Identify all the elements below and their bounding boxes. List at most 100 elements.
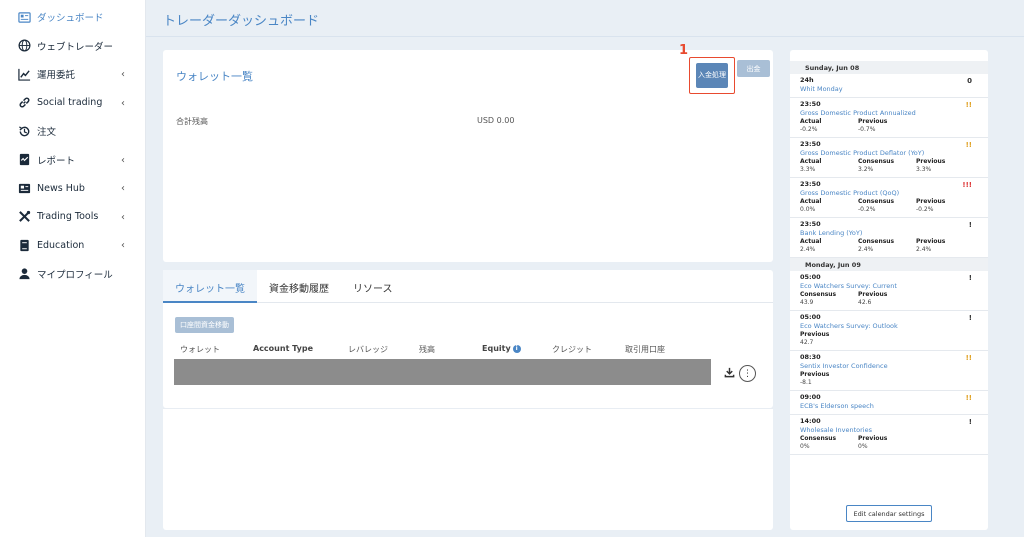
event-values: Actual -0.2% Previous -0.7%: [800, 118, 978, 134]
importance-indicator: 0: [967, 77, 972, 85]
sidebar-item[interactable]: Education ‹: [0, 231, 145, 260]
chevron-left-icon[interactable]: ‹: [121, 240, 125, 251]
more-options-icon[interactable]: ⋮: [739, 365, 756, 382]
importance-indicator: !!: [965, 394, 972, 402]
event-value-header: Previous: [800, 331, 830, 338]
event-value-header: Consensus: [858, 198, 895, 205]
sidebar-item-label: News Hub: [37, 182, 85, 194]
event-time: 23:50: [800, 140, 821, 148]
event-name-link[interactable]: Wholesale Inventories: [800, 426, 978, 435]
deposit-button[interactable]: 入金処理: [696, 63, 728, 88]
sidebar-item[interactable]: 注文: [0, 117, 145, 146]
importance-indicator: !: [968, 314, 972, 322]
event-name-link[interactable]: Whit Monday: [800, 85, 978, 94]
sidebar-item-label: マイプロフィール: [37, 269, 113, 281]
event-name-link[interactable]: ECB's Elderson speech: [800, 402, 978, 411]
event-value-cell: Previous 0%: [858, 435, 916, 451]
calendar-date-header: Sunday, Jun 08: [790, 61, 988, 74]
event-time: 05:00: [800, 273, 821, 281]
event-values: Actual 0.0% Consensus -0.2% Previous -0.2%: [800, 198, 978, 214]
event-time: 24h: [800, 76, 814, 84]
column-header-equity-label: Equity: [482, 344, 511, 353]
importance-indicator: !!: [965, 354, 972, 362]
history-icon: [17, 124, 31, 138]
event-time: 09:00: [800, 393, 821, 401]
edit-calendar-settings-button[interactable]: Edit calendar settings: [846, 505, 932, 522]
event-name-link[interactable]: Gross Domestic Product (QoQ): [800, 189, 978, 198]
chevron-left-icon[interactable]: ‹: [121, 212, 125, 223]
withdraw-button[interactable]: 出金: [737, 60, 770, 77]
sidebar-item-label: 注文: [37, 127, 57, 139]
sidebar-item-label: ウェブトレーダー: [37, 41, 114, 53]
sidebar-item[interactable]: ウェブトレーダー: [0, 32, 145, 61]
user-icon: [17, 267, 31, 281]
calendar-event: 05:00 Eco Watchers Survey: Outlook! Previo…: [790, 311, 988, 351]
header-divider: [146, 36, 1024, 37]
sidebar-item[interactable]: Social trading ‹: [0, 89, 145, 118]
event-value-cell: Previous 42.7: [800, 331, 858, 347]
sidebar-item[interactable]: ダッシュボード: [0, 3, 145, 32]
event-value: -0.2%: [858, 206, 876, 213]
event-time: 05:00: [800, 313, 821, 321]
event-values: Actual 2.4% Consensus 2.4% Previous 2.4%: [800, 238, 978, 254]
event-value-header: Consensus: [800, 435, 837, 442]
event-value-cell: Actual 3.3%: [800, 158, 858, 174]
event-name-link[interactable]: Gross Domestic Product Annualized: [800, 109, 978, 118]
sidebar-item-label: Education: [37, 239, 85, 251]
event-value: -0.2%: [916, 206, 934, 213]
event-value: 43.9: [800, 299, 814, 306]
event-value: -8.1: [800, 379, 812, 386]
event-name-link[interactable]: Sentix Investor Confidence: [800, 362, 978, 371]
chevron-left-icon[interactable]: ‹: [121, 69, 125, 80]
calendar-date-header: Monday, Jun 09: [790, 258, 988, 271]
economic-calendar: Sunday, Jun 08 24h Whit Monday 0 23:50 Gross …: [790, 50, 988, 530]
sidebar: ダッシュボード ウェブトレーダー運用委託 ‹ Social trading ‹ 注文レポー…: [0, 0, 146, 537]
event-value-header: Consensus: [800, 291, 837, 298]
internal-transfer-button[interactable]: 口座間資金移動: [175, 317, 234, 333]
event-value-cell: Consensus 3.2%: [858, 158, 916, 174]
wallet-title: ウォレット一覧: [176, 70, 253, 83]
event-time: 23:50: [800, 220, 821, 228]
event-value-cell: Previous 2.4%: [916, 238, 974, 254]
chart-line-icon: [17, 67, 31, 81]
tab-transfer-history[interactable]: 資金移動履歴: [257, 270, 341, 303]
sidebar-item-label: レポート: [37, 155, 76, 167]
column-header-equity: Equity i: [482, 344, 521, 353]
wallet-tabs-card: ウォレット一覧 資金移動履歴 リソース 口座間資金移動 ウォレット Accoun…: [163, 270, 773, 408]
chevron-left-icon[interactable]: ‹: [121, 183, 125, 194]
event-name-link[interactable]: Eco Watchers Survey: Current: [800, 282, 978, 291]
sidebar-item[interactable]: 運用委託 ‹: [0, 60, 145, 89]
sidebar-item-label: ダッシュボード: [37, 13, 104, 25]
download-icon[interactable]: [724, 367, 735, 378]
sidebar-item[interactable]: News Hub ‹: [0, 174, 145, 203]
chevron-left-icon[interactable]: ‹: [121, 98, 125, 109]
event-name-link[interactable]: Eco Watchers Survey: Outlook: [800, 322, 978, 331]
table-row: [174, 359, 711, 385]
tab-resources[interactable]: リソース: [341, 270, 405, 303]
event-name-link[interactable]: Bank Lending (YoY): [800, 229, 978, 238]
empty-panel: [163, 408, 773, 530]
calendar-event: 23:50 Gross Domestic Product (QoQ)!!! Actu…: [790, 178, 988, 218]
event-values: Consensus 43.9 Previous 42.6: [800, 291, 978, 307]
event-value-header: Previous: [916, 238, 946, 245]
page-title: トレーダーダッシュボード: [163, 14, 320, 29]
sidebar-item[interactable]: レポート ‹: [0, 146, 145, 175]
chevron-left-icon[interactable]: ‹: [121, 155, 125, 166]
column-header-balance: 残高: [419, 345, 435, 354]
event-value: 2.4%: [858, 246, 874, 253]
event-value: -0.2%: [800, 126, 818, 133]
tab-wallet-list[interactable]: ウォレット一覧: [163, 270, 257, 303]
column-header-wallet: ウォレット: [180, 345, 220, 354]
event-value-header: Actual: [800, 238, 822, 245]
report-icon: [17, 153, 31, 167]
event-value-header: Previous: [858, 435, 888, 442]
event-name-link[interactable]: Gross Domestic Product Deflator (YoY): [800, 149, 978, 158]
importance-indicator: !: [968, 418, 972, 426]
info-icon[interactable]: i: [512, 344, 521, 353]
event-value-cell: Consensus 43.9: [800, 291, 858, 307]
sidebar-item[interactable]: マイプロフィール: [0, 260, 145, 289]
event-value-cell: Actual -0.2%: [800, 118, 858, 134]
sidebar-item[interactable]: Trading Tools ‹: [0, 203, 145, 232]
event-value: -0.7%: [858, 126, 876, 133]
book-icon: [17, 238, 31, 252]
